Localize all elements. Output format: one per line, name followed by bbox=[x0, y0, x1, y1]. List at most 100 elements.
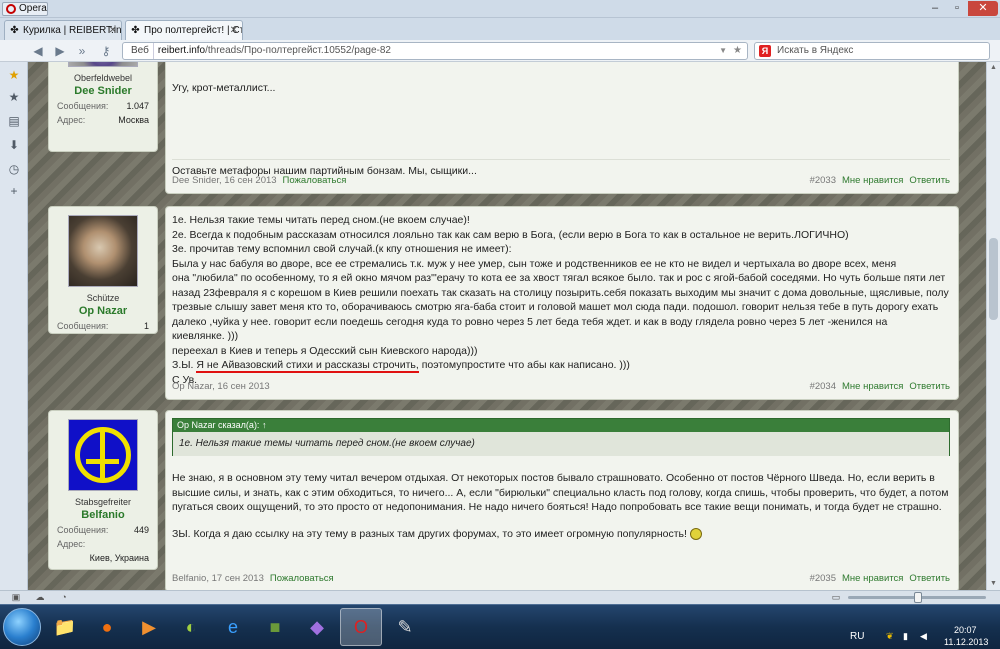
message-body: Угу, крот-металлист... Оставьте метафоры… bbox=[165, 62, 959, 194]
message-text: Угу, крот-металлист... bbox=[172, 82, 276, 94]
tab-close-icon[interactable]: ✕ bbox=[230, 21, 238, 40]
reply-link[interactable]: Ответить bbox=[909, 175, 950, 186]
turbo-icon[interactable]: ◔ bbox=[58, 592, 70, 603]
post-number[interactable]: #2033 bbox=[810, 175, 836, 186]
scroll-down-icon[interactable]: ▼ bbox=[987, 578, 1000, 590]
paint-icon[interactable]: ✎ bbox=[384, 608, 426, 646]
quote-header[interactable]: Op Nazar сказал(а): ↑ bbox=[173, 419, 949, 432]
yandex-icon: Я bbox=[759, 45, 771, 57]
scroll-up-icon[interactable]: ▲ bbox=[987, 62, 1000, 74]
internet-explorer-icon[interactable]: e bbox=[212, 608, 254, 646]
opera-logo-icon bbox=[6, 4, 16, 14]
vertical-scrollbar[interactable]: ▲ ▼ bbox=[986, 62, 1000, 590]
tab-kurilka[interactable]: ✤ Курилка | REIBERT.info ✕ bbox=[4, 20, 122, 40]
zoom-slider[interactable] bbox=[848, 592, 986, 603]
back-arrow-icon[interactable]: ◀ bbox=[30, 43, 46, 59]
quote-block: Op Nazar сказал(а): ↑ 1е. Нельзя такие т… bbox=[172, 418, 950, 456]
post-number[interactable]: #2035 bbox=[810, 573, 836, 584]
peace-sign-icon bbox=[75, 427, 131, 483]
cloud-icon[interactable]: ☁ bbox=[34, 592, 46, 603]
clover-icon: ✤ bbox=[10, 25, 19, 36]
like-link[interactable]: Мне нравится bbox=[842, 175, 903, 186]
maximize-button[interactable]: ▫ bbox=[946, 1, 968, 16]
zoom-knob[interactable] bbox=[914, 592, 922, 603]
close-button[interactable]: ✕ bbox=[968, 1, 998, 16]
history-clock-icon[interactable]: ◷ bbox=[7, 162, 21, 176]
search-field[interactable]: Я Искать в Яндекс bbox=[754, 42, 990, 60]
url-host: reibert.info bbox=[157, 45, 206, 56]
window-controls: – ▫ ✕ bbox=[924, 1, 998, 16]
reply-link[interactable]: Ответить bbox=[909, 381, 950, 392]
search-placeholder: Искать в Яндекс bbox=[777, 45, 854, 56]
opera-taskbar-icon[interactable]: O bbox=[340, 608, 382, 646]
firefox-icon[interactable]: ● bbox=[86, 608, 128, 646]
downloads-icon[interactable]: ⬇ bbox=[7, 138, 21, 152]
key-icon[interactable]: ⚷ bbox=[98, 43, 114, 59]
notes-icon[interactable]: ▤ bbox=[7, 114, 21, 128]
user-info: Stabsgefreiter Belfanio Сообщения: 449 Ад… bbox=[48, 410, 158, 570]
tab-bar: ✤ Курилка | REIBERT.info ✕ ✤ Про полтергейс… bbox=[0, 18, 1000, 54]
avatar[interactable] bbox=[68, 215, 138, 287]
bookmark-star-icon[interactable]: ★ bbox=[733, 43, 742, 59]
tab-poltergeist[interactable]: ✤ Про полтергейст! | Ст... ✕ bbox=[125, 20, 243, 40]
butterfly-icon[interactable]: ❦ bbox=[886, 631, 894, 642]
speed-dial-star-icon[interactable]: ★ bbox=[7, 68, 21, 82]
visual-studio-icon[interactable]: ◆ bbox=[296, 608, 338, 646]
post-2034: Schütze Op Nazar Сообщения: 1 1е. Нельзя … bbox=[48, 206, 960, 400]
user-rank: Stabsgefreiter bbox=[74, 497, 132, 507]
stat-messages: Сообщения: 1 bbox=[57, 321, 149, 331]
user-info: Oberfeldwebel Dee Snider Сообщения: 1.047… bbox=[48, 62, 158, 152]
stat-messages: Сообщения: 1.047 bbox=[57, 101, 149, 111]
post-date[interactable]: Belfanio, 17 сен 2013 bbox=[172, 573, 264, 584]
reply-link[interactable]: Ответить bbox=[909, 573, 950, 584]
forward-arrow-icon[interactable]: ▶ bbox=[52, 43, 68, 59]
minecraft-icon[interactable]: ■ bbox=[254, 608, 296, 646]
post-date[interactable]: Op Nazar, 16 сен 2013 bbox=[172, 381, 270, 392]
stat-location: Киев, Украина bbox=[89, 553, 149, 563]
message-body: Op Nazar сказал(а): ↑ 1е. Нельзя такие т… bbox=[165, 410, 959, 590]
quote-text: 1е. Нельзя такие темы читать перед сном.… bbox=[173, 432, 949, 456]
start-button[interactable] bbox=[3, 608, 41, 646]
volume-icon[interactable]: ◀ bbox=[920, 631, 927, 642]
language-indicator[interactable]: RU bbox=[850, 631, 864, 642]
media-player-icon[interactable]: ▶ bbox=[128, 608, 170, 646]
opera-menu-button[interactable]: Opera bbox=[2, 2, 48, 16]
ps-line: ЗЫ. Когда я даю ссылку на эту тему в раз… bbox=[172, 527, 950, 542]
app-icon[interactable]: ◐ bbox=[170, 608, 212, 646]
smiley-icon bbox=[689, 527, 702, 540]
report-link[interactable]: Пожаловаться bbox=[283, 175, 347, 186]
side-panel: ★ ★ ▤ ⬇ ◷ + bbox=[0, 62, 28, 590]
minimize-button[interactable]: – bbox=[924, 1, 946, 16]
fast-forward-icon[interactable]: » bbox=[74, 43, 90, 59]
tab-close-icon[interactable]: ✕ bbox=[109, 21, 117, 40]
avatar[interactable] bbox=[68, 62, 138, 67]
clock-time[interactable]: 20:07 bbox=[954, 625, 977, 635]
like-link[interactable]: Мне нравится bbox=[842, 573, 903, 584]
username-link[interactable]: Belfanio bbox=[49, 509, 157, 521]
post-date[interactable]: Dee Snider, 16 сен 2013 bbox=[172, 175, 277, 186]
page-content: Oberfeldwebel Dee Snider Сообщения: 1.047… bbox=[28, 62, 986, 590]
dropdown-arrow-icon[interactable]: ▼ bbox=[719, 43, 727, 59]
stat-address: Адрес: bbox=[57, 539, 86, 549]
add-panel-icon[interactable]: + bbox=[7, 184, 21, 198]
post-footer: Dee Snider, 16 сен 2013 Пожаловаться #203… bbox=[172, 175, 950, 189]
panel-toggle-icon[interactable]: ▣ bbox=[10, 592, 22, 603]
message-text: 1е. Нельзя такие темы читать перед сном.… bbox=[172, 214, 949, 386]
window-titlebar: Opera – ▫ ✕ bbox=[0, 0, 1000, 18]
message-body: 1е. Нельзя такие темы читать перед сном.… bbox=[165, 206, 959, 400]
report-link[interactable]: Пожаловаться bbox=[270, 573, 334, 584]
address-field[interactable]: Веб reibert.info/threads/Про-полтергейст.… bbox=[122, 42, 748, 60]
like-link[interactable]: Мне нравится bbox=[842, 381, 903, 392]
avatar[interactable] bbox=[68, 419, 138, 491]
explorer-icon[interactable]: 📁 bbox=[44, 608, 86, 646]
bookmarks-star-icon[interactable]: ★ bbox=[7, 90, 21, 104]
stat-address: Адрес: Москва bbox=[57, 115, 149, 125]
username-link[interactable]: Dee Snider bbox=[49, 85, 157, 97]
username-link[interactable]: Op Nazar bbox=[49, 305, 157, 317]
post-number[interactable]: #2034 bbox=[810, 381, 836, 392]
view-icon[interactable]: ▭ bbox=[830, 592, 842, 603]
post-footer: Op Nazar, 16 сен 2013 #2034 Мне нравится О… bbox=[172, 381, 950, 395]
clock-date[interactable]: 11.12.2013 bbox=[944, 637, 988, 647]
scroll-thumb[interactable] bbox=[989, 238, 998, 320]
network-icon[interactable]: ▮ bbox=[903, 631, 908, 642]
